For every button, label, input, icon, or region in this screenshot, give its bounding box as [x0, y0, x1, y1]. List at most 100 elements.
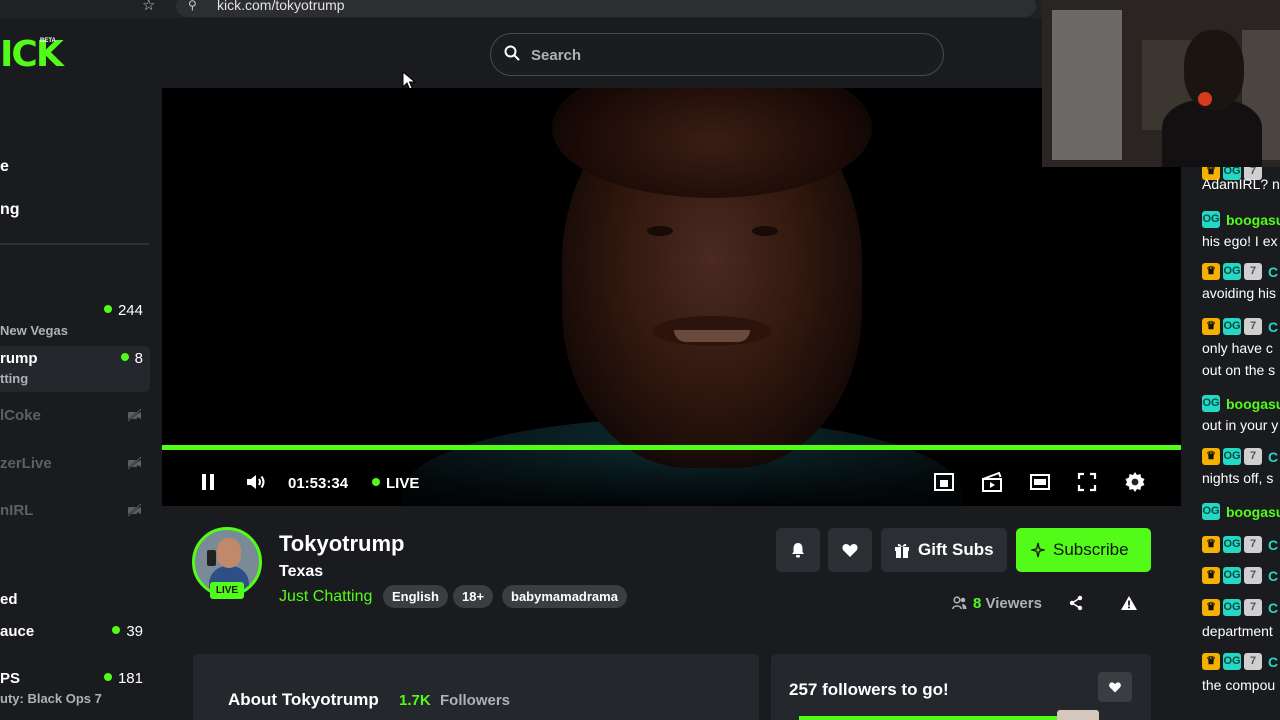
chat-username[interactable]: C: [1268, 264, 1278, 280]
sidebar-channel-offline[interactable]: zerLive: [0, 442, 150, 488]
offline-icon: [127, 408, 142, 422]
channel-name: PS: [0, 670, 21, 687]
settings-gear-icon[interactable]: [1123, 470, 1147, 494]
browser-url-bar: ☆ ⚲ kick.com/tokyotrump: [0, 0, 1042, 18]
chat-username[interactable]: C: [1268, 654, 1278, 670]
stream-uptime: 01:53:34: [288, 475, 349, 492]
search-input[interactable]: [531, 44, 911, 66]
sidebar: e ng New Vegas 244 rump tting 8 lCoke ze…: [0, 88, 162, 720]
webcam-person-head: [1184, 30, 1244, 110]
offline-icon: [127, 456, 142, 470]
channel-category: tting: [0, 371, 29, 386]
sidebar-channel[interactable]: auce 39: [0, 619, 150, 665]
chat-username[interactable]: boogasu: [1226, 504, 1280, 520]
og-badge-icon: OG: [1202, 211, 1220, 228]
share-icon[interactable]: [1068, 595, 1084, 611]
search-bar[interactable]: [490, 33, 944, 76]
og-badge-icon: OG: [1223, 318, 1241, 335]
subscribe-label: Subscribe: [1053, 540, 1129, 559]
chat-message-text: the compou: [1202, 677, 1276, 693]
crown-badge-icon: ♛: [1202, 599, 1220, 616]
chat-message-text: only have c: [1202, 340, 1273, 356]
follow-button[interactable]: [828, 528, 872, 572]
og-badge-icon: OG: [1223, 567, 1241, 584]
fullscreen-icon[interactable]: [1075, 470, 1099, 494]
viewer-number: 8: [973, 595, 982, 612]
pause-icon[interactable]: [196, 470, 220, 494]
sidebar-section-recommended: ed: [0, 591, 18, 608]
stream-tag[interactable]: babymamadrama: [502, 585, 627, 608]
crown-badge-icon: ♛: [1202, 567, 1220, 584]
crown-badge-icon: ♛: [1202, 448, 1220, 465]
stream-title: Texas: [279, 563, 324, 580]
chat-username[interactable]: C: [1268, 568, 1278, 584]
stream-info: LIVE Tokyotrump Texas Just Chatting Engl…: [162, 506, 1181, 720]
og-badge-icon: OG: [1202, 503, 1220, 520]
search-icon: [504, 45, 520, 61]
chat-message-text: department: [1202, 623, 1273, 639]
chat-message-text: out in your y: [1202, 417, 1279, 433]
stream-category-link[interactable]: Just Chatting: [279, 588, 372, 606]
report-warning-icon[interactable]: [1120, 595, 1138, 611]
sidebar-nav-home[interactable]: e: [0, 158, 9, 176]
goal-progress-bar: [799, 716, 1069, 720]
viewer-count: 244: [104, 302, 143, 319]
subscribe-button[interactable]: Subscribe: [1016, 528, 1151, 572]
theater-mode-icon[interactable]: [1028, 470, 1052, 494]
chat-username[interactable]: C: [1268, 449, 1278, 465]
sub-badge-icon: 7: [1244, 567, 1262, 584]
gift-subs-button[interactable]: Gift Subs: [881, 528, 1007, 572]
clip-icon[interactable]: [980, 470, 1004, 494]
stream-tag[interactable]: 18+: [453, 585, 494, 608]
video-frame-eye: [647, 226, 673, 236]
notifications-button[interactable]: [776, 528, 820, 572]
sidebar-channel-active[interactable]: rump tting 8: [0, 346, 150, 392]
sidebar-channel-offline[interactable]: lCoke: [0, 394, 150, 440]
badge-row: ♛ OG 7: [1202, 536, 1265, 554]
chat-message-text: nights off, s: [1202, 470, 1274, 486]
sub-badge-icon: 7: [1244, 653, 1262, 670]
player-controls: 01:53:34 LIVE: [162, 450, 1181, 506]
sub-badge-icon: 7: [1244, 263, 1262, 280]
sidebar-nav-following[interactable]: ng: [0, 201, 20, 219]
badge-row: ♛ OG 7: [1202, 567, 1265, 585]
about-panel: About Tokyotrump 1.7K Followers: [193, 654, 759, 720]
channel-category: uty: Black Ops 7: [0, 691, 102, 706]
address-text[interactable]: kick.com/tokyotrump: [217, 0, 345, 13]
goal-follow-button[interactable]: [1098, 672, 1132, 702]
chat-username[interactable]: boogasu: [1226, 396, 1280, 412]
followers-count: 1.7K: [399, 692, 431, 709]
volume-icon[interactable]: [244, 470, 268, 494]
stream-tag[interactable]: English: [383, 585, 448, 608]
chat-username[interactable]: C: [1268, 537, 1278, 553]
badge-row: OG: [1202, 503, 1223, 521]
viewer-count: 8: [121, 350, 143, 367]
address-bar[interactable]: ⚲ kick.com/tokyotrump: [176, 0, 1036, 17]
about-title: About Tokyotrump: [228, 690, 379, 709]
og-badge-icon: OG: [1223, 263, 1241, 280]
viewer-count-display: 8 Viewers: [952, 595, 1042, 612]
video-player[interactable]: 01:53:34 LIVE: [162, 88, 1181, 506]
follower-goal-panel: 257 followers to go!: [771, 654, 1151, 720]
chat-username[interactable]: C: [1268, 319, 1278, 335]
mini-player-icon[interactable]: [932, 470, 956, 494]
heart-icon: [1109, 682, 1121, 693]
sidebar-channel[interactable]: PS uty: Black Ops 7 181: [0, 666, 150, 712]
badge-row: ♛ OG 7: [1202, 318, 1265, 336]
chat-username[interactable]: boogasu: [1226, 212, 1280, 228]
chat-username[interactable]: C: [1268, 600, 1278, 616]
og-badge-icon: OG: [1223, 448, 1241, 465]
gift-icon: [895, 543, 909, 558]
streamer-name[interactable]: Tokyotrump: [279, 531, 404, 557]
site-settings-icon[interactable]: ⚲: [188, 0, 197, 12]
followers-label: Followers: [440, 692, 511, 709]
webcam-cabinet: [1052, 10, 1122, 160]
sidebar-channel[interactable]: New Vegas 244: [0, 298, 150, 344]
channel-name: auce: [0, 623, 35, 640]
avatar-phone: [207, 550, 216, 566]
goal-thumbnail: [1057, 710, 1099, 720]
chat-message-text: his ego! I ex: [1202, 233, 1278, 249]
badge-row: ♛ OG 7: [1202, 599, 1265, 617]
sidebar-channel-offline[interactable]: nIRL: [0, 489, 150, 535]
bookmark-icon[interactable]: ☆: [142, 0, 158, 14]
